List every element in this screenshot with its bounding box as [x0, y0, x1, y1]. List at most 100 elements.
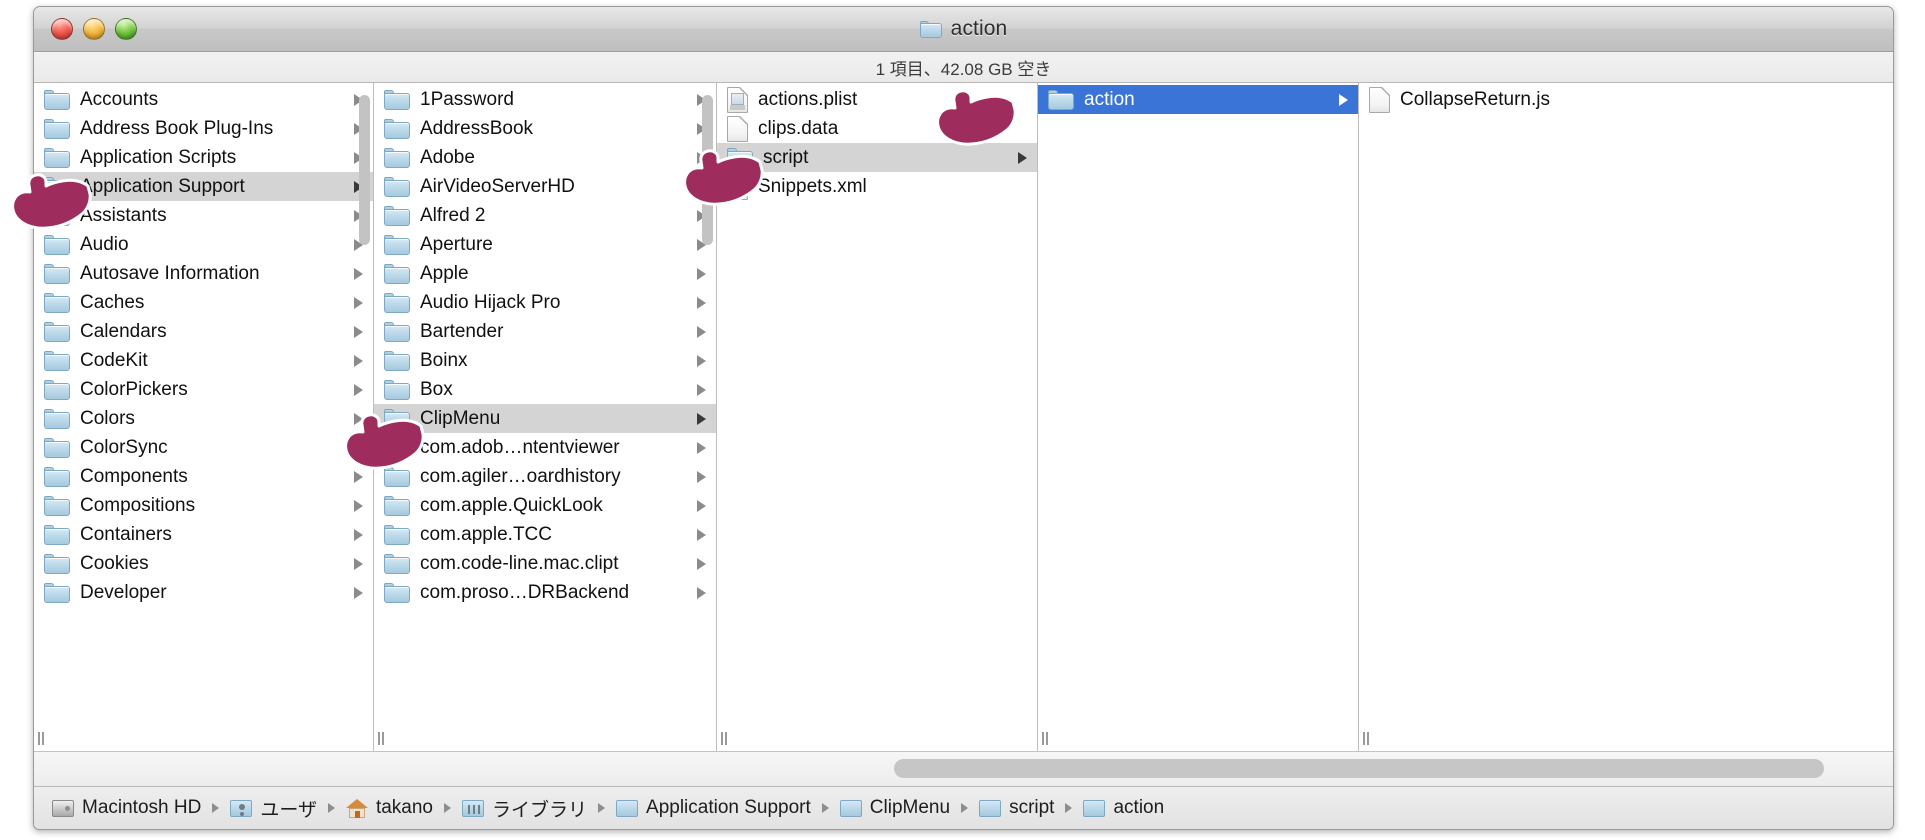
list-item-label: com.adob…ntentviewer — [420, 436, 620, 458]
list-item-label: ColorSync — [80, 436, 168, 458]
file-icon — [1369, 86, 1390, 113]
window-controls[interactable] — [34, 18, 137, 40]
list-item[interactable]: AirVideoServerHD — [374, 172, 716, 201]
list-item[interactable]: ColorSync — [34, 433, 373, 462]
list-item[interactable]: com.apple.TCC — [374, 520, 716, 549]
column-resize-grip[interactable] — [38, 731, 48, 745]
minimize-button[interactable] — [83, 18, 105, 40]
breadcrumb-item[interactable]: Application Support — [614, 797, 813, 819]
list-item[interactable]: Bartender — [374, 317, 716, 346]
folder-icon — [384, 408, 410, 429]
breadcrumb-item[interactable]: ClipMenu — [838, 797, 952, 819]
column-application-support-list[interactable]: 1Password AddressBook Adobe AirVideoServerH… — [374, 83, 716, 727]
status-bar: 1 項目、42.08 GB 空き — [34, 52, 1893, 83]
list-item-label: Cookies — [80, 552, 149, 574]
list-item[interactable]: Audio — [34, 230, 373, 259]
list-item[interactable]: Boinx — [374, 346, 716, 375]
list-item[interactable]: CollapseReturn.js — [1359, 85, 1893, 114]
column-script-footer — [1038, 727, 1358, 751]
column-application-support[interactable]: 1Password AddressBook Adobe AirVideoServerH… — [374, 83, 717, 751]
column-script[interactable]: action — [1038, 83, 1359, 751]
list-item[interactable]: ClipMenu — [374, 404, 716, 433]
horizontal-scrollbar[interactable] — [34, 751, 1893, 786]
list-item[interactable]: Aperture — [374, 230, 716, 259]
close-button[interactable] — [51, 18, 73, 40]
list-item[interactable]: Audio Hijack Pro — [374, 288, 716, 317]
list-item[interactable]: script — [717, 143, 1037, 172]
column-resize-grip[interactable] — [1363, 731, 1373, 745]
list-item[interactable]: Address Book Plug-Ins — [34, 114, 373, 143]
home-icon — [345, 798, 368, 818]
list-item[interactable]: Assistants — [34, 201, 373, 230]
list-item[interactable]: Caches — [34, 288, 373, 317]
column-script-list[interactable]: action — [1038, 83, 1358, 727]
disclosure-arrow-icon[interactable] — [1018, 151, 1027, 164]
folder-icon — [44, 263, 70, 284]
list-item[interactable]: Snippets.xml — [717, 172, 1037, 201]
plist-file-icon — [727, 86, 748, 113]
list-item[interactable]: Box — [374, 375, 716, 404]
list-item-label: Apple — [420, 262, 469, 284]
folder-icon — [384, 292, 410, 313]
list-item[interactable]: AddressBook — [374, 114, 716, 143]
list-item[interactable]: Autosave Information — [34, 259, 373, 288]
zoom-button[interactable] — [115, 18, 137, 40]
path-bar[interactable]: Macintosh HD ユーザ takano ライブラリ Application Su… — [34, 786, 1893, 829]
list-item[interactable]: Calendars — [34, 317, 373, 346]
list-item[interactable]: Containers — [34, 520, 373, 549]
breadcrumb-item[interactable]: ユーザ — [228, 795, 319, 822]
breadcrumb-item[interactable]: script — [977, 797, 1056, 819]
column-resize-grip[interactable] — [721, 731, 731, 745]
list-item[interactable]: Alfred 2 — [374, 201, 716, 230]
breadcrumb-label: ClipMenu — [869, 797, 951, 818]
column-resize-grip[interactable] — [378, 731, 388, 745]
list-item[interactable]: com.code-line.mac.clipt — [374, 549, 716, 578]
column-application-support-scrollbar[interactable] — [702, 85, 713, 727]
list-item[interactable]: Application Support — [34, 172, 373, 201]
column-clipmenu[interactable]: actions.plist clips.data script Snippets.xm… — [717, 83, 1038, 751]
list-item[interactable]: Colors — [34, 404, 373, 433]
list-item-label: Accounts — [80, 88, 159, 110]
column-action[interactable]: CollapseReturn.js — [1359, 83, 1893, 751]
column-library-list[interactable]: Accounts Address Book Plug-Ins Application… — [34, 83, 373, 727]
list-item[interactable]: CodeKit — [34, 346, 373, 375]
list-item-label: 1Password — [420, 88, 514, 110]
list-item-label: Containers — [80, 523, 172, 545]
column-library[interactable]: Accounts Address Book Plug-Ins Application… — [34, 83, 374, 751]
list-item[interactable]: com.proso…DRBackend — [374, 578, 716, 607]
column-resize-grip[interactable] — [1042, 731, 1052, 745]
window-titlebar[interactable]: action — [34, 7, 1893, 52]
breadcrumb-item[interactable]: ライブラリ — [460, 795, 589, 822]
list-item-label: com.apple.QuickLook — [420, 494, 603, 516]
list-item[interactable]: Accounts — [34, 85, 373, 114]
column-library-scrollbar[interactable] — [359, 85, 370, 727]
list-item[interactable]: Application Scripts — [34, 143, 373, 172]
list-item[interactable]: Compositions — [34, 491, 373, 520]
list-item[interactable]: actions.plist — [717, 85, 1037, 114]
folder-icon — [384, 350, 410, 371]
list-item[interactable]: Apple — [374, 259, 716, 288]
folder-icon — [384, 466, 410, 487]
list-item[interactable]: Developer — [34, 578, 373, 607]
disclosure-arrow-icon[interactable] — [1339, 93, 1348, 106]
breadcrumb-item[interactable]: Macintosh HD — [50, 797, 203, 819]
list-item[interactable]: com.apple.QuickLook — [374, 491, 716, 520]
list-item[interactable]: clips.data — [717, 114, 1037, 143]
breadcrumb-label: Macintosh HD — [82, 797, 202, 818]
list-item[interactable]: Components — [34, 462, 373, 491]
list-item[interactable]: 1Password — [374, 85, 716, 114]
horizontal-scrollbar-thumb[interactable] — [894, 759, 1824, 778]
breadcrumb-item[interactable]: action — [1081, 797, 1166, 819]
column-browser: Accounts Address Book Plug-Ins Application… — [34, 83, 1893, 751]
breadcrumb-item[interactable]: takano — [344, 797, 435, 819]
list-item[interactable]: action — [1038, 85, 1358, 114]
folder-icon — [1083, 799, 1106, 817]
list-item[interactable]: com.adob…ntentviewer — [374, 433, 716, 462]
column-clipmenu-list[interactable]: actions.plist clips.data script Snippets.xm… — [717, 83, 1037, 727]
list-item[interactable]: ColorPickers — [34, 375, 373, 404]
list-item[interactable]: com.agiler…oardhistory — [374, 462, 716, 491]
list-item-label: ColorPickers — [80, 378, 188, 400]
list-item[interactable]: Adobe — [374, 143, 716, 172]
column-action-list[interactable]: CollapseReturn.js — [1359, 83, 1893, 727]
list-item[interactable]: Cookies — [34, 549, 373, 578]
